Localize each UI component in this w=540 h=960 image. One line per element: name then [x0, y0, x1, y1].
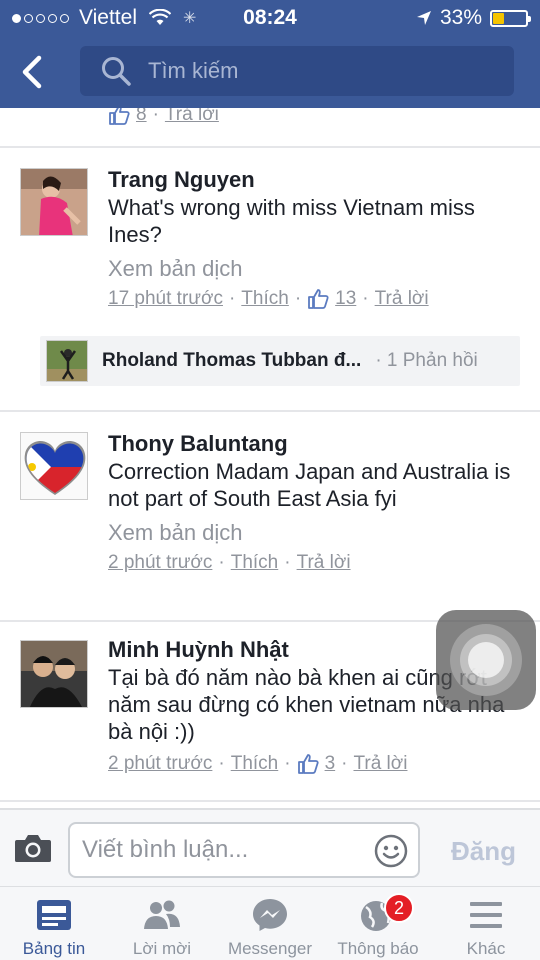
previous-comment-actions: 8 · Trả lời	[108, 108, 219, 126]
like-thumb-icon	[109, 108, 130, 125]
search-input[interactable]	[148, 58, 468, 84]
assistive-touch-button[interactable]	[436, 610, 536, 710]
camera-icon[interactable]	[14, 832, 52, 864]
bottom-tab-bar: Bảng tin Lời mời Messenger 2 Thông báo K…	[0, 886, 540, 960]
avatar[interactable]	[20, 640, 88, 708]
battery-level-fill	[493, 12, 505, 24]
avatar[interactable]	[20, 168, 88, 236]
see-translation-link[interactable]: Xem bản dịch	[108, 518, 522, 548]
search-icon	[102, 57, 131, 86]
like-thumb-icon	[308, 289, 329, 309]
sticker-smiley-icon[interactable]	[374, 834, 408, 868]
comment-time[interactable]: 2 phút trước	[108, 753, 212, 775]
menu-icon	[470, 902, 502, 928]
separator-dot: ·	[294, 288, 302, 309]
divider	[0, 800, 540, 802]
reply-preview[interactable]: Rholand Thomas Tubban đ... · 1 Phản hồi	[40, 336, 520, 386]
comment-author[interactable]: Thony Baluntang	[108, 430, 522, 458]
comment-author[interactable]: Trang Nguyen	[108, 166, 522, 194]
reply-link[interactable]: Trả lời	[165, 108, 219, 126]
separator-dot: ·	[218, 753, 225, 774]
app-header: Viettel ✳ 08:24 33%	[0, 0, 540, 108]
comment-input[interactable]	[82, 836, 362, 864]
tab-label: Khác	[466, 939, 506, 958]
like-button[interactable]: Thích	[241, 288, 289, 310]
separator-dot: ·	[284, 552, 291, 573]
notification-badge: 2	[384, 893, 414, 923]
back-button[interactable]	[20, 50, 56, 94]
reply-author: Rholand Thomas Tubban đ...	[102, 350, 362, 371]
separator-dot: ·	[152, 108, 159, 125]
reply-link[interactable]: Trả lời	[375, 288, 429, 310]
chevron-left-icon	[22, 55, 42, 89]
tab-messenger[interactable]: Messenger	[216, 887, 324, 960]
reply-avatar	[46, 340, 88, 382]
friend-requests-icon	[144, 900, 180, 929]
news-feed-icon	[37, 900, 71, 930]
separator-dot: ·	[362, 288, 369, 309]
separator-dot: ·	[228, 288, 236, 309]
post-button[interactable]: Đăng	[451, 836, 516, 867]
comment-composer: Đăng	[0, 808, 540, 886]
tab-label: Bảng tin	[22, 939, 86, 958]
like-thumb-icon	[297, 754, 319, 774]
philippine-flag-heart-icon	[21, 433, 87, 499]
separator-dot: ·	[218, 552, 225, 573]
avatar-photo	[47, 341, 87, 381]
battery-icon	[490, 9, 531, 27]
comment-time[interactable]: 17 phút trước	[108, 288, 223, 310]
avatar[interactable]	[20, 432, 88, 500]
comment-time[interactable]: 2 phút trước	[108, 552, 212, 574]
search-bar[interactable]	[80, 46, 514, 96]
comment-actions: 2 phút trước · Thích · Trả lời	[108, 552, 522, 574]
messenger-icon	[253, 899, 287, 931]
avatar-photo	[21, 169, 87, 235]
avatar-photo	[21, 641, 87, 707]
tab-label: Messenger	[227, 939, 313, 958]
comment-item: Trang Nguyen What's wrong with miss Viet…	[0, 146, 540, 410]
separator-dot: ·	[341, 753, 348, 774]
comment-actions: 17 phút trước · Thích · 13 · Trả lời	[108, 288, 522, 310]
like-button[interactable]: Thích	[231, 552, 279, 574]
status-bar: Viettel ✳ 08:24 33%	[0, 0, 540, 36]
tab-more[interactable]: Khác	[432, 887, 540, 960]
reply-link[interactable]: Trả lời	[297, 552, 351, 574]
comment-input-box[interactable]	[68, 822, 420, 878]
battery-percent: 33%	[439, 6, 482, 29]
see-translation-link[interactable]: Xem bản dịch	[108, 254, 522, 284]
comment-text: Correction Madam Japan and Australia is …	[108, 459, 511, 511]
like-button[interactable]: Thích	[231, 753, 279, 775]
tab-label: Thông báo	[337, 939, 419, 958]
separator-dot: ·	[284, 753, 291, 774]
tab-label: Lời mời	[132, 939, 192, 958]
like-count[interactable]: 3	[325, 753, 336, 775]
like-count[interactable]: 8	[136, 108, 147, 126]
comment-text: What's wrong with miss Vietnam miss Ines…	[108, 195, 475, 247]
comment-item: Thony Baluntang Correction Madam Japan a…	[0, 410, 540, 620]
comment-actions: 2 phút trước · Thích · 3 · Trả lời	[108, 753, 522, 775]
location-arrow-icon	[416, 11, 431, 25]
tab-news-feed[interactable]: Bảng tin	[0, 887, 108, 960]
tab-notifications[interactable]: 2 Thông báo	[324, 887, 432, 960]
reply-count: · 1 Phản hồi	[375, 350, 478, 371]
tab-friend-requests[interactable]: Lời mời	[108, 887, 216, 960]
reply-link[interactable]: Trả lời	[353, 753, 407, 775]
like-count[interactable]: 13	[335, 288, 356, 310]
